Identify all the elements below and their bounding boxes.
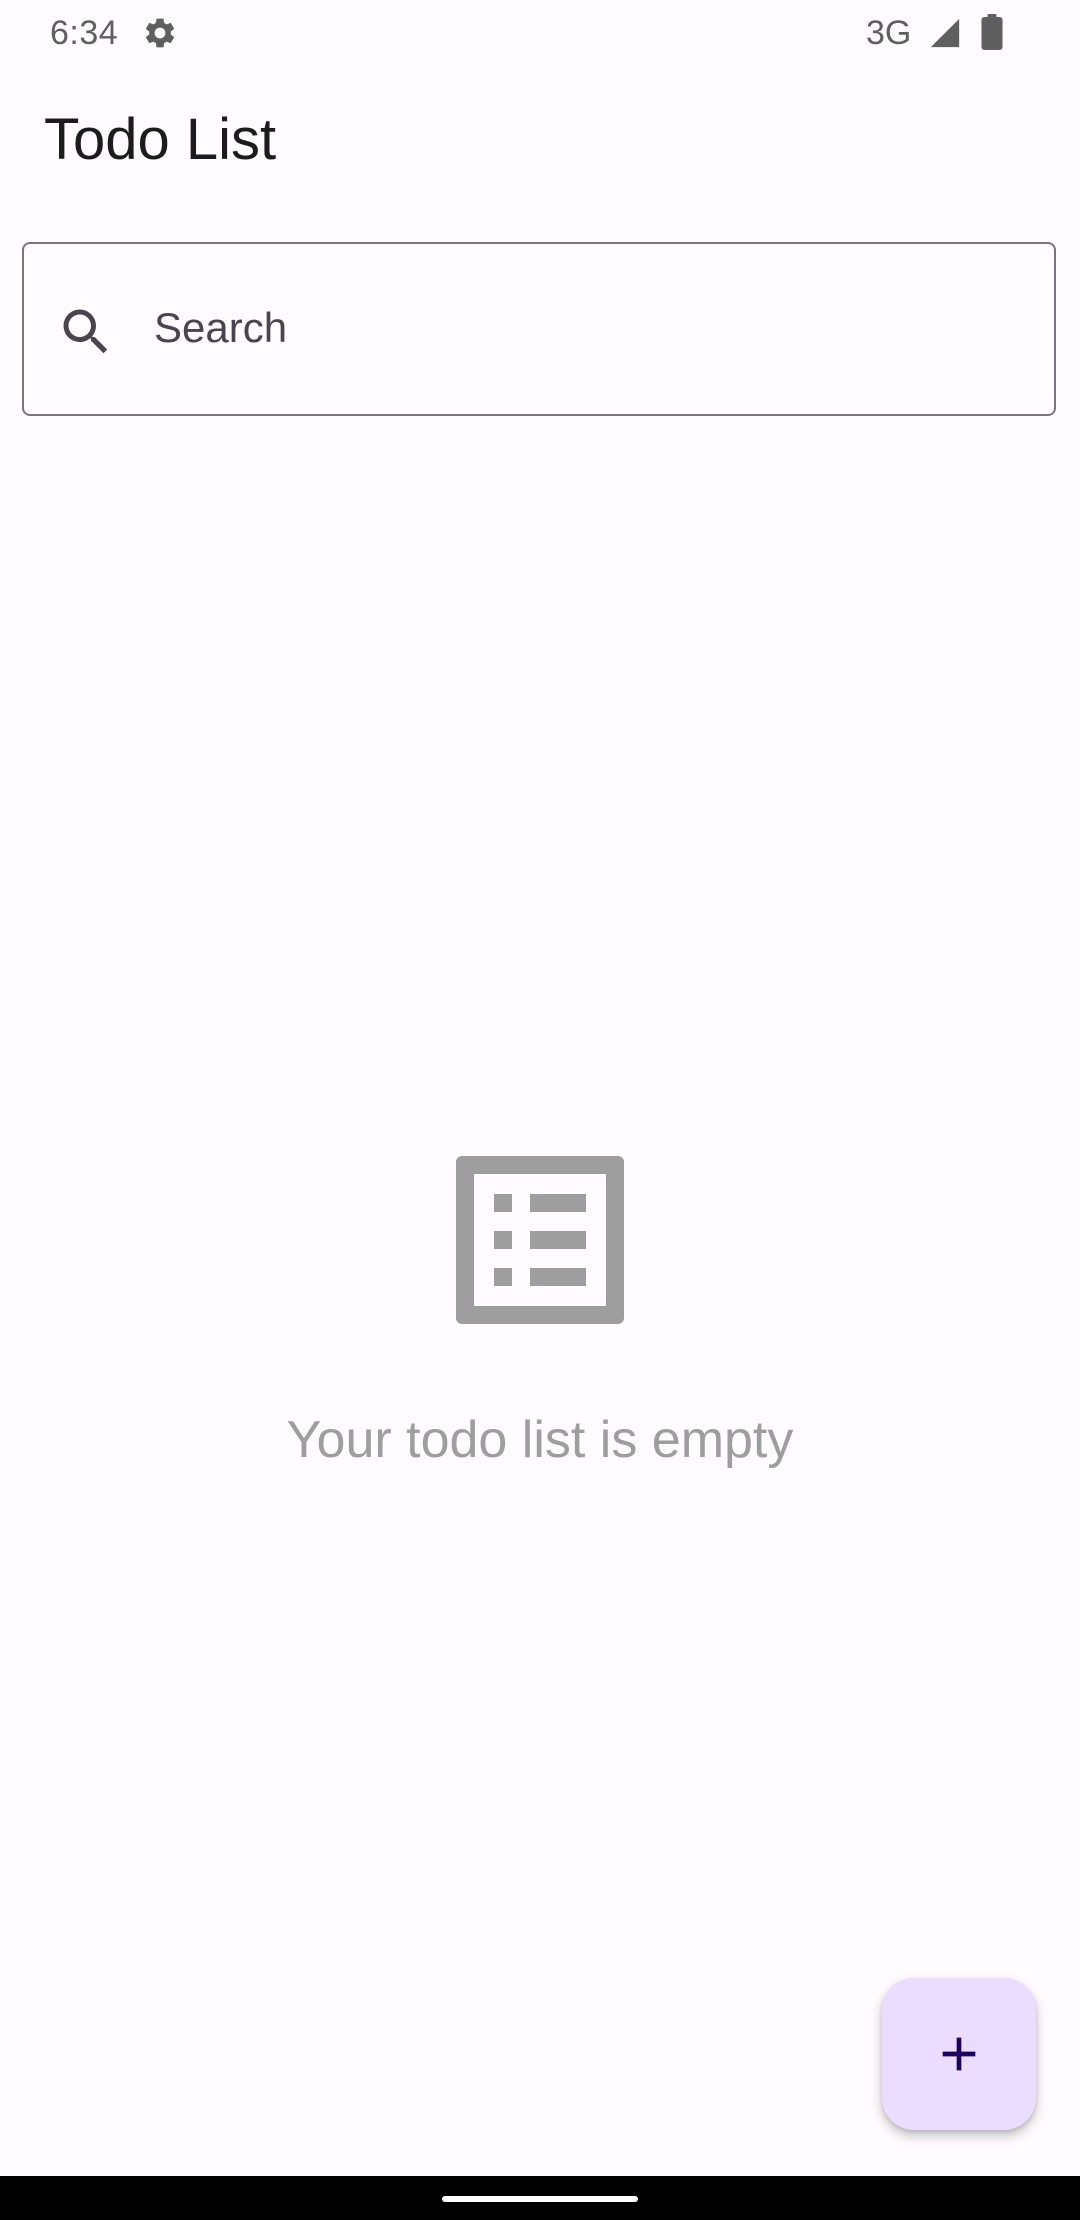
status-bar: 6:34 3G [0,0,1080,66]
search-icon [63,309,108,354]
network-type: 3G [866,14,912,52]
home-gesture-handle[interactable] [442,2196,638,2202]
signal-icon [930,18,960,48]
add-todo-button[interactable] [882,1978,1036,2130]
battery-icon [981,14,1003,50]
plus-icon [942,2037,976,2071]
empty-state-message: Your todo list is empty [286,1411,794,1469]
status-time: 6:34 [50,14,119,52]
navigation-bar [0,2176,1080,2220]
gear-icon [145,18,175,48]
list-icon [456,1156,624,1324]
search-input[interactable] [154,296,1014,360]
page-title: Todo List [44,107,277,172]
